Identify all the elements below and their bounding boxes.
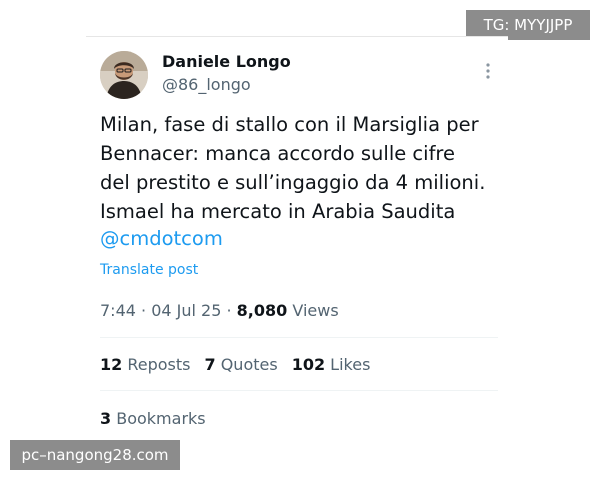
tweet-meta: 7:44 · 04 Jul 25 · 8,080 Views xyxy=(100,301,339,320)
views-count: 8,080 xyxy=(236,301,288,320)
page: TG: MYYJJPP Daniele Longo @86_longo Mila… xyxy=(0,0,600,480)
reposts-stat[interactable]: 12 Reposts xyxy=(100,355,190,374)
three-dots-vertical-icon xyxy=(486,63,490,79)
translate-post-link[interactable]: Translate post xyxy=(100,262,198,278)
tweet-text-line-4: Ismael ha mercato in Arabia Saudita xyxy=(100,200,456,223)
more-options-button[interactable] xyxy=(480,59,496,83)
post-time[interactable]: 7:44 xyxy=(100,301,136,320)
reposts-label: Reposts xyxy=(122,355,191,374)
likes-count: 102 xyxy=(291,355,326,374)
likes-label: Likes xyxy=(325,355,371,374)
bookmarks-label: Bookmarks xyxy=(111,409,206,428)
tweet-text-line-3: del prestito e sull’ingaggio da 4 milion… xyxy=(100,171,486,194)
bookmarks-stat[interactable]: 3 Bookmarks xyxy=(100,409,206,428)
divider xyxy=(100,390,498,391)
tweet-text-line-1: Milan, fase di stallo con il Marsiglia p… xyxy=(100,113,479,136)
mention-link[interactable]: @cmdotcom xyxy=(100,225,223,253)
watermark-bottom-left: pc–nangong28.com xyxy=(10,440,180,470)
engagement-stats: 12 Reposts 7 Quotes 102 Likes xyxy=(100,355,384,374)
quotes-stat[interactable]: 7 Quotes xyxy=(204,355,277,374)
quotes-label: Quotes xyxy=(215,355,278,374)
author-handle[interactable]: @86_longo xyxy=(162,75,251,94)
quotes-count: 7 xyxy=(204,355,216,374)
meta-separator: · xyxy=(221,301,237,320)
divider xyxy=(100,337,498,338)
author-name[interactable]: Daniele Longo xyxy=(162,52,291,71)
meta-separator: · xyxy=(135,301,152,320)
likes-stat[interactable]: 102 Likes xyxy=(292,355,371,374)
tweet-text-line-2: Bennacer: manca accordo sulle cifre xyxy=(100,142,456,165)
avatar[interactable] xyxy=(100,51,148,99)
views-label: Views xyxy=(287,301,339,320)
reposts-count: 12 xyxy=(100,355,123,374)
bookmarks-count: 3 xyxy=(100,409,112,428)
person-avatar-icon xyxy=(100,51,148,99)
tweet-card: Daniele Longo @86_longo Milan, fase di s… xyxy=(86,36,508,457)
post-date[interactable]: 04 Jul 25 xyxy=(151,301,221,320)
